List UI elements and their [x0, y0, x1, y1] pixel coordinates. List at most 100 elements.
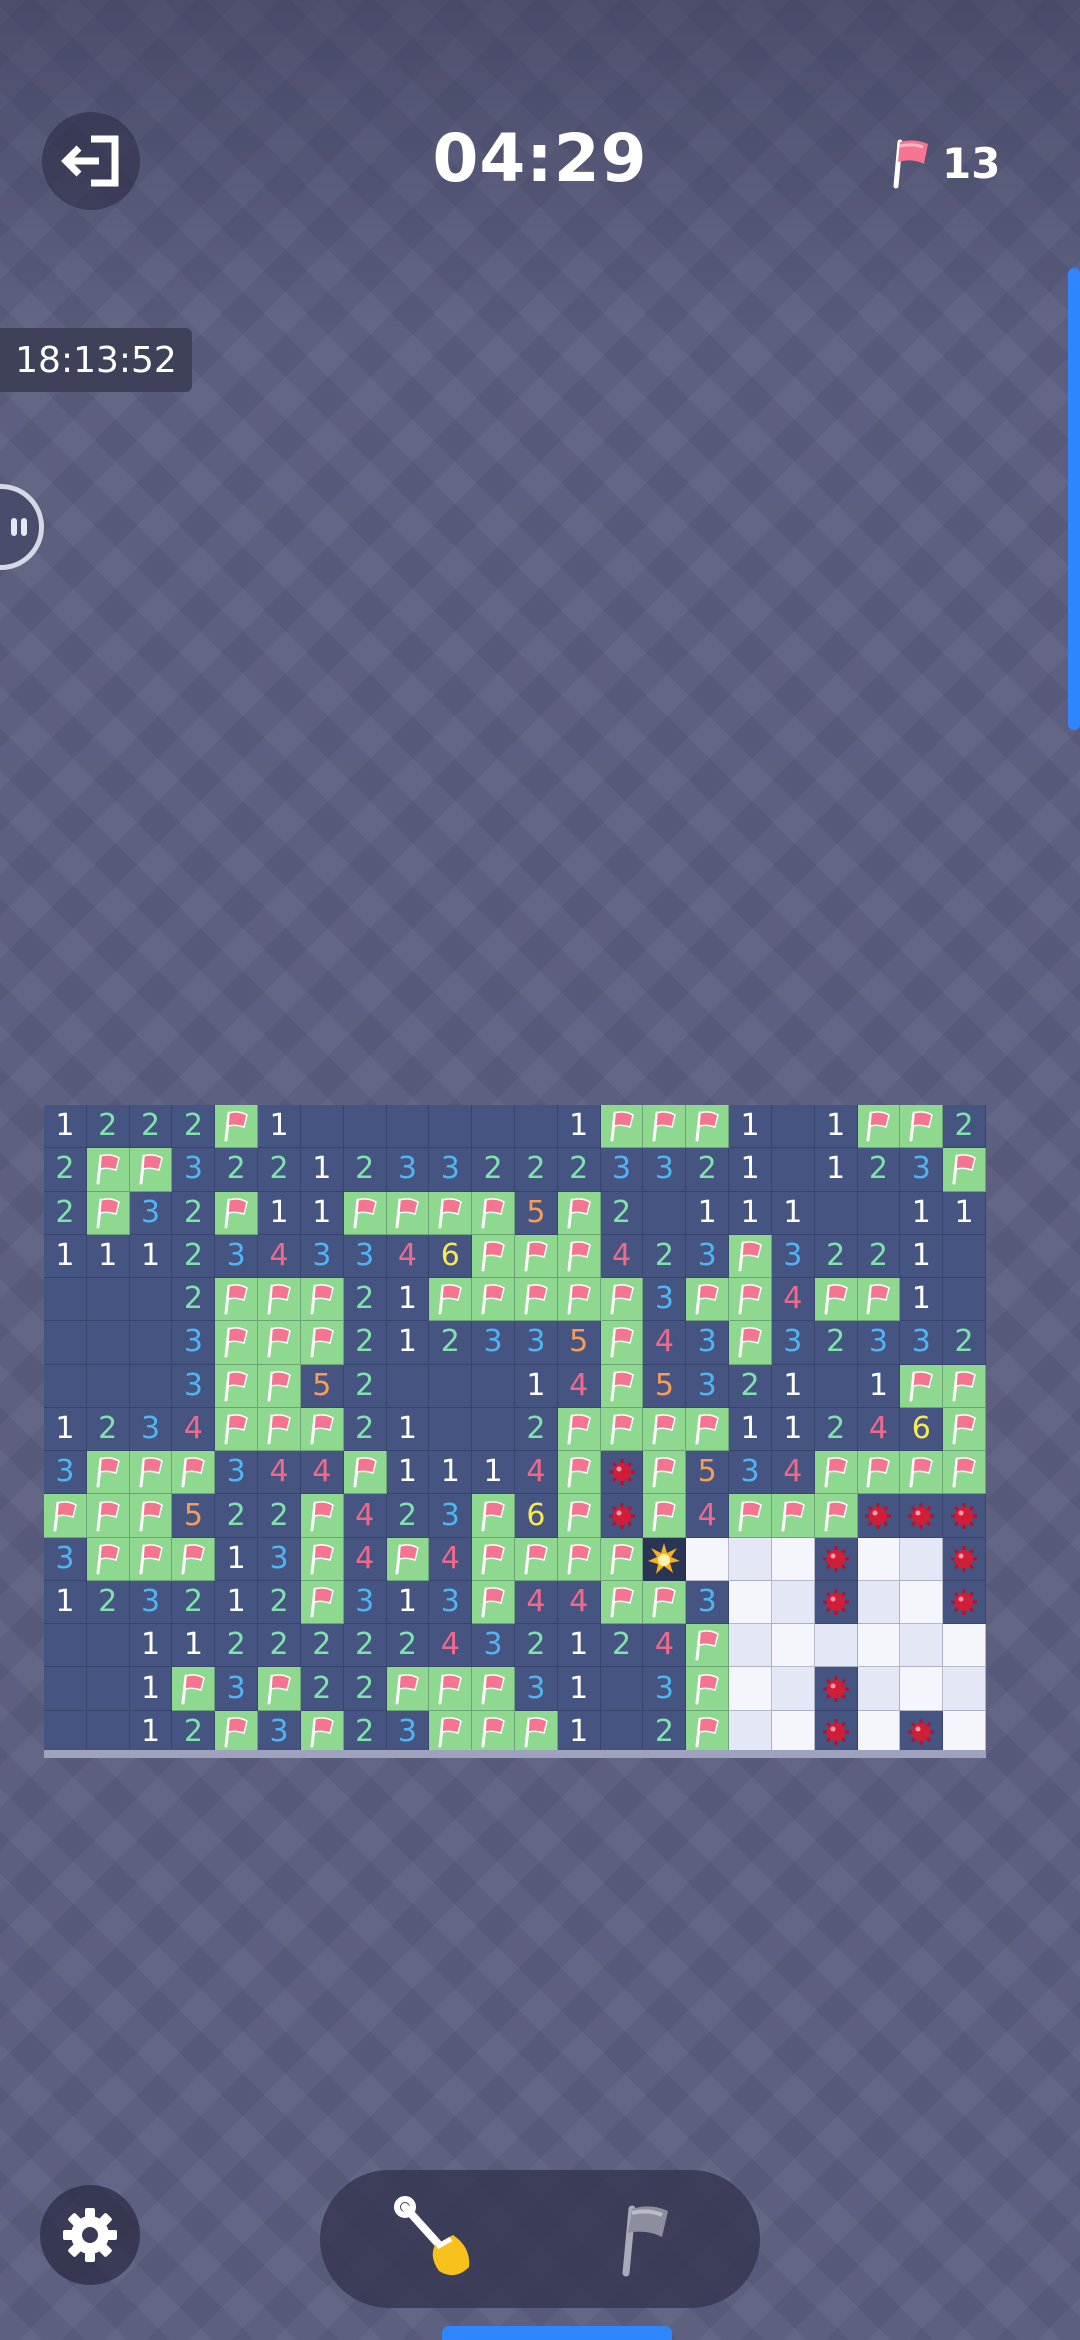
number-cell[interactable]: 3 [129, 1580, 173, 1625]
number-cell[interactable]: 1 [771, 1364, 815, 1408]
number-cell[interactable]: 4 [429, 1624, 473, 1668]
flagged-cell[interactable] [857, 1278, 901, 1322]
flagged-cell[interactable] [300, 1580, 344, 1625]
flagged-cell[interactable] [472, 1234, 515, 1279]
flagged-cell[interactable] [514, 1234, 558, 1279]
number-cell[interactable]: 4 [172, 1407, 216, 1452]
flagged-cell[interactable] [900, 1364, 944, 1408]
empty-cell[interactable] [44, 1710, 87, 1754]
flagged-cell[interactable] [857, 1105, 901, 1149]
number-cell[interactable]: 3 [429, 1494, 473, 1538]
number-cell[interactable]: 3 [600, 1148, 644, 1192]
number-cell[interactable]: 2 [172, 1234, 216, 1279]
number-cell[interactable]: 6 [429, 1234, 473, 1279]
number-cell[interactable]: 2 [686, 1148, 730, 1192]
flagged-cell[interactable] [600, 1580, 644, 1625]
number-cell[interactable]: 2 [343, 1667, 387, 1711]
number-cell[interactable]: 2 [343, 1278, 387, 1322]
flagged-cell[interactable] [943, 1364, 986, 1408]
number-cell[interactable]: 3 [643, 1667, 687, 1711]
empty-cell[interactable] [86, 1624, 130, 1668]
flagged-cell[interactable] [600, 1537, 644, 1581]
exit-button[interactable] [42, 112, 140, 210]
number-cell[interactable]: 1 [729, 1148, 772, 1192]
number-cell[interactable]: 3 [429, 1580, 473, 1625]
empty-cell[interactable] [300, 1105, 344, 1149]
mine-cell[interactable] [814, 1710, 858, 1754]
number-cell[interactable]: 1 [44, 1580, 87, 1625]
number-cell[interactable]: 2 [258, 1148, 301, 1192]
empty-cell[interactable] [943, 1234, 986, 1279]
flagged-cell[interactable] [258, 1407, 301, 1452]
number-cell[interactable]: 4 [258, 1451, 301, 1495]
unrevealed-cell[interactable] [857, 1580, 901, 1625]
number-cell[interactable]: 2 [386, 1624, 430, 1668]
empty-cell[interactable] [472, 1364, 515, 1408]
flagged-cell[interactable] [643, 1580, 687, 1625]
flagged-cell[interactable] [686, 1407, 730, 1452]
number-cell[interactable]: 6 [514, 1494, 558, 1538]
number-cell[interactable]: 1 [172, 1624, 216, 1668]
number-cell[interactable]: 1 [729, 1105, 772, 1149]
number-cell[interactable]: 3 [215, 1234, 259, 1279]
mine-cell[interactable] [943, 1580, 986, 1625]
flagged-cell[interactable] [300, 1278, 344, 1322]
number-cell[interactable]: 2 [729, 1364, 772, 1408]
number-cell[interactable]: 4 [857, 1407, 901, 1452]
flagged-cell[interactable] [215, 1710, 259, 1754]
number-cell[interactable]: 3 [386, 1148, 430, 1192]
empty-cell[interactable] [472, 1407, 515, 1452]
number-cell[interactable]: 2 [857, 1234, 901, 1279]
number-cell[interactable]: 2 [343, 1624, 387, 1668]
number-cell[interactable]: 1 [729, 1407, 772, 1452]
flagged-cell[interactable] [300, 1710, 344, 1754]
number-cell[interactable]: 3 [215, 1451, 259, 1495]
number-cell[interactable]: 3 [386, 1710, 430, 1754]
flagged-cell[interactable] [514, 1710, 558, 1754]
number-cell[interactable]: 1 [557, 1667, 601, 1711]
unrevealed-cell[interactable] [857, 1667, 901, 1711]
number-cell[interactable]: 1 [386, 1451, 430, 1495]
empty-cell[interactable] [386, 1364, 430, 1408]
empty-cell[interactable] [86, 1278, 130, 1322]
number-cell[interactable]: 2 [86, 1407, 130, 1452]
unrevealed-cell[interactable] [686, 1537, 730, 1581]
flagged-cell[interactable] [600, 1364, 644, 1408]
number-cell[interactable]: 2 [172, 1710, 216, 1754]
flagged-cell[interactable] [86, 1148, 130, 1192]
empty-cell[interactable] [86, 1667, 130, 1711]
flagged-cell[interactable] [472, 1494, 515, 1538]
number-cell[interactable]: 5 [643, 1364, 687, 1408]
number-cell[interactable]: 1 [44, 1105, 87, 1149]
number-cell[interactable]: 4 [386, 1234, 430, 1279]
number-cell[interactable]: 3 [129, 1407, 173, 1452]
flagged-cell[interactable] [215, 1105, 259, 1149]
flagged-cell[interactable] [86, 1451, 130, 1495]
unrevealed-cell[interactable] [943, 1667, 986, 1711]
empty-cell[interactable] [472, 1105, 515, 1149]
number-cell[interactable]: 2 [514, 1148, 558, 1192]
number-cell[interactable]: 2 [215, 1624, 259, 1668]
flagged-cell[interactable] [814, 1451, 858, 1495]
number-cell[interactable]: 1 [514, 1364, 558, 1408]
empty-cell[interactable] [600, 1667, 644, 1711]
flagged-cell[interactable] [300, 1494, 344, 1538]
flagged-cell[interactable] [129, 1451, 173, 1495]
flagged-cell[interactable] [643, 1494, 687, 1538]
number-cell[interactable]: 3 [686, 1580, 730, 1625]
flagged-cell[interactable] [729, 1278, 772, 1322]
flagged-cell[interactable] [600, 1278, 644, 1322]
mine-cell[interactable] [600, 1494, 644, 1538]
number-cell[interactable]: 3 [514, 1667, 558, 1711]
flagged-cell[interactable] [215, 1364, 259, 1408]
number-cell[interactable]: 1 [900, 1191, 944, 1235]
number-cell[interactable]: 4 [429, 1537, 473, 1581]
number-cell[interactable]: 2 [129, 1105, 173, 1149]
scroll-indicator[interactable] [1068, 268, 1080, 730]
empty-cell[interactable] [44, 1364, 87, 1408]
assistive-touch-button[interactable] [0, 484, 44, 570]
unrevealed-cell[interactable] [857, 1537, 901, 1581]
empty-cell[interactable] [857, 1191, 901, 1235]
flagged-cell[interactable] [557, 1191, 601, 1235]
unrevealed-cell[interactable] [729, 1580, 772, 1625]
